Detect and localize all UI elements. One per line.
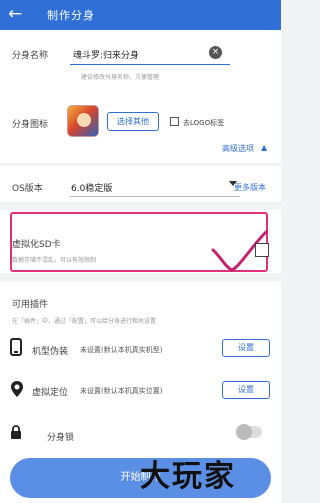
site-watermark: 大玩家 xyxy=(140,459,236,494)
virtual-sd-label: 虚拟化SD卡 xyxy=(12,240,61,250)
app-header: ← 制作分身 xyxy=(0,0,281,30)
caret-up-icon[interactable]: ▲ xyxy=(261,143,267,152)
phone-icon xyxy=(10,338,22,356)
back-arrow-icon[interactable]: ← xyxy=(8,4,22,24)
plugins-heading: 可用插件 xyxy=(12,300,49,310)
name-input-underline xyxy=(70,64,230,65)
more-versions-link[interactable]: 更多版本 xyxy=(234,182,266,193)
page-title: 制作分身 xyxy=(47,9,95,22)
plugins-description: 在「插件」中，通过「配置」可以给分身进行相关设置 xyxy=(12,318,157,325)
clone-lock-toggle[interactable] xyxy=(236,424,262,440)
remove-logo-label: 去LOGO标签 xyxy=(183,119,225,127)
clear-input-icon[interactable]: × xyxy=(209,46,222,59)
virtual-sd-checkbox[interactable] xyxy=(255,243,269,257)
os-version-label: OS版本 xyxy=(12,184,43,194)
clone-name-input[interactable]: 魂斗罗:归来分身 xyxy=(73,48,139,61)
virtual-location-status: 未设置(默认本机真实位置) xyxy=(80,387,163,395)
app-icon-image[interactable] xyxy=(67,105,99,137)
virtual-location-label: 虚拟定位 xyxy=(32,388,69,398)
device-disguise-settings-button[interactable]: 设置 xyxy=(222,339,270,357)
clone-icon-label: 分身图标 xyxy=(12,120,49,130)
clone-lock-label: 分身锁 xyxy=(47,433,75,443)
device-disguise-status: 未设置(默认本机真实机型) xyxy=(80,346,163,354)
remove-logo-checkbox[interactable] xyxy=(170,117,179,126)
choose-icon-button[interactable]: 选择其他 xyxy=(107,112,159,131)
virtual-location-settings-button[interactable]: 设置 xyxy=(222,381,270,399)
lock-icon xyxy=(11,425,21,439)
device-disguise-label: 机型伪装 xyxy=(32,347,69,357)
virtual-sd-description: 数据存储不混乱，可以有效限制 xyxy=(12,257,97,264)
os-version-select[interactable]: 6.0稳定版 xyxy=(71,181,112,194)
clone-name-hint: 建议修改分身名称，方便管理 xyxy=(81,74,160,81)
advanced-options-link[interactable]: 高级选项 xyxy=(222,143,254,154)
location-pin-icon xyxy=(11,381,23,397)
os-select-underline xyxy=(70,196,240,197)
clone-name-label: 分身名称 xyxy=(12,51,49,61)
